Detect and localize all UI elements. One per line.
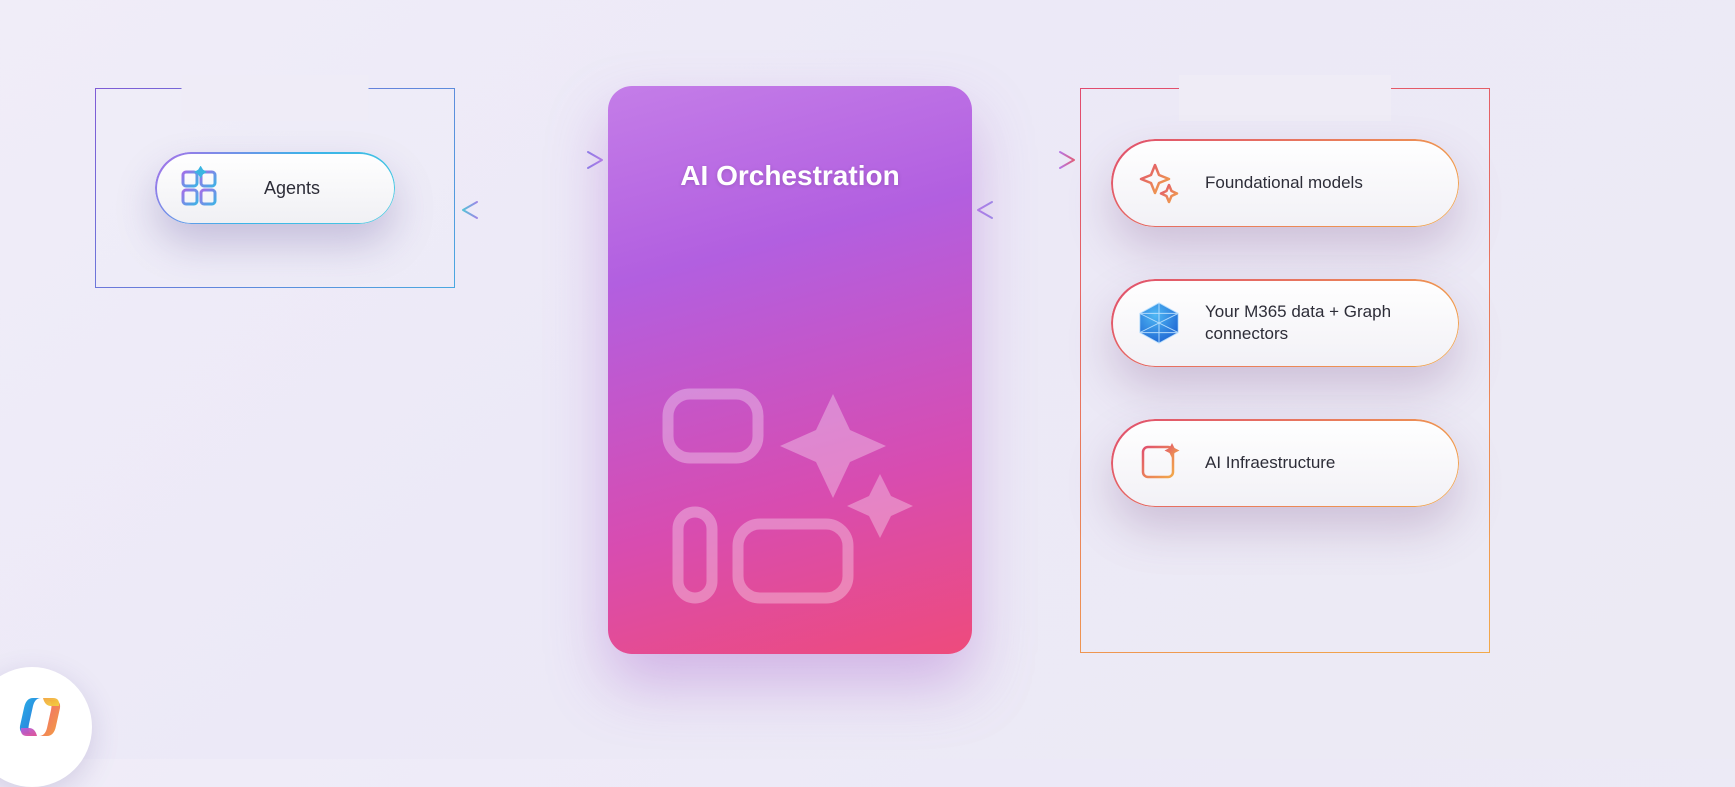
agents-pill: Agents bbox=[155, 152, 395, 224]
microsoft-cloud-panel: MICROSOFT CLOUD Foundational models bbox=[1080, 88, 1490, 653]
arrow-left-to-center bbox=[460, 148, 605, 172]
graph-node-icon bbox=[1135, 298, 1183, 348]
sparkle-icon bbox=[1135, 161, 1183, 205]
infra-grid-icon bbox=[1135, 441, 1183, 485]
arrow-center-to-right bbox=[976, 148, 1076, 172]
foundational-models-label: Foundational models bbox=[1205, 172, 1363, 194]
ai-infrastructure-label: AI Infraestructure bbox=[1205, 452, 1335, 474]
agents-pill-label: Agents bbox=[211, 178, 373, 199]
copilot-logo-badge bbox=[0, 667, 92, 787]
arrow-center-to-left bbox=[460, 198, 605, 222]
arrow-right-to-center bbox=[976, 198, 1076, 222]
ai-orchestration-title: AI Orchestration bbox=[642, 160, 938, 192]
microsoft-cloud-panel-title: MICROSOFT CLOUD bbox=[1183, 77, 1387, 119]
copilot-logo-icon bbox=[5, 698, 59, 757]
copilot-ui-panel-title: MICROSOFT COPILOT UI bbox=[186, 77, 365, 119]
m365-data-label: Your M365 data + Graph connectors bbox=[1205, 301, 1435, 345]
ai-infrastructure-pill: AI Infraestructure bbox=[1111, 419, 1459, 507]
foundational-models-pill: Foundational models bbox=[1111, 139, 1459, 227]
ai-orchestration-card: AI Orchestration bbox=[608, 86, 972, 654]
copilot-ui-panel: MICROSOFT COPILOT UI Agents bbox=[95, 88, 455, 288]
orchestration-decorative-shapes-icon bbox=[648, 354, 928, 614]
m365-data-pill: Your M365 data + Graph connectors bbox=[1111, 279, 1459, 367]
